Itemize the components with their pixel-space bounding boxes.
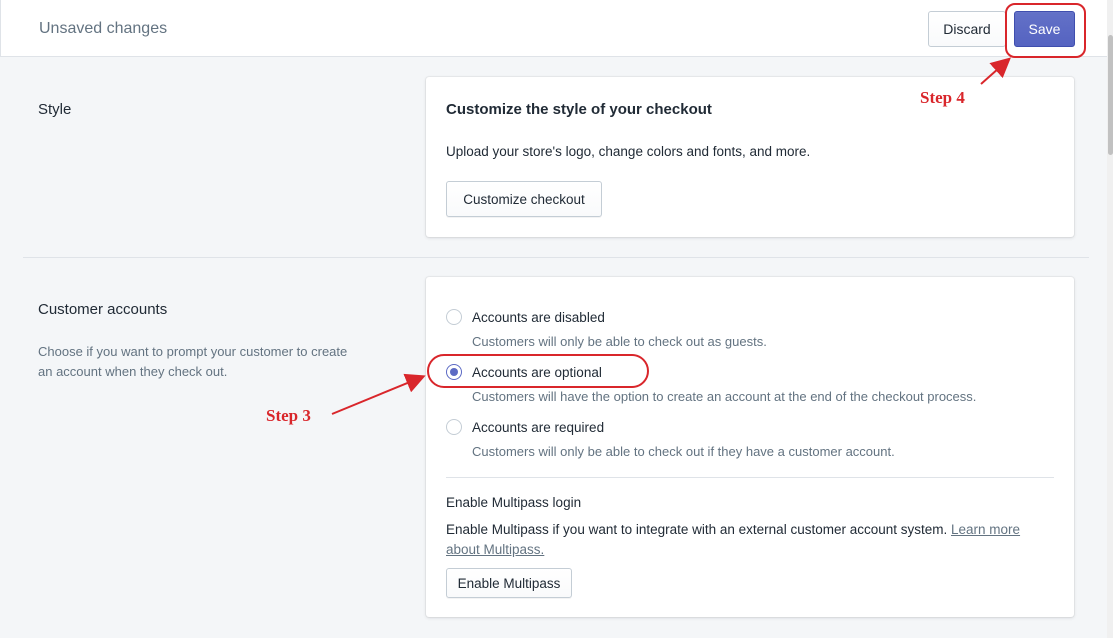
step4-arrow [980,57,1011,85]
annotation-arrows [331,57,1011,415]
step3-arrow [331,373,426,415]
